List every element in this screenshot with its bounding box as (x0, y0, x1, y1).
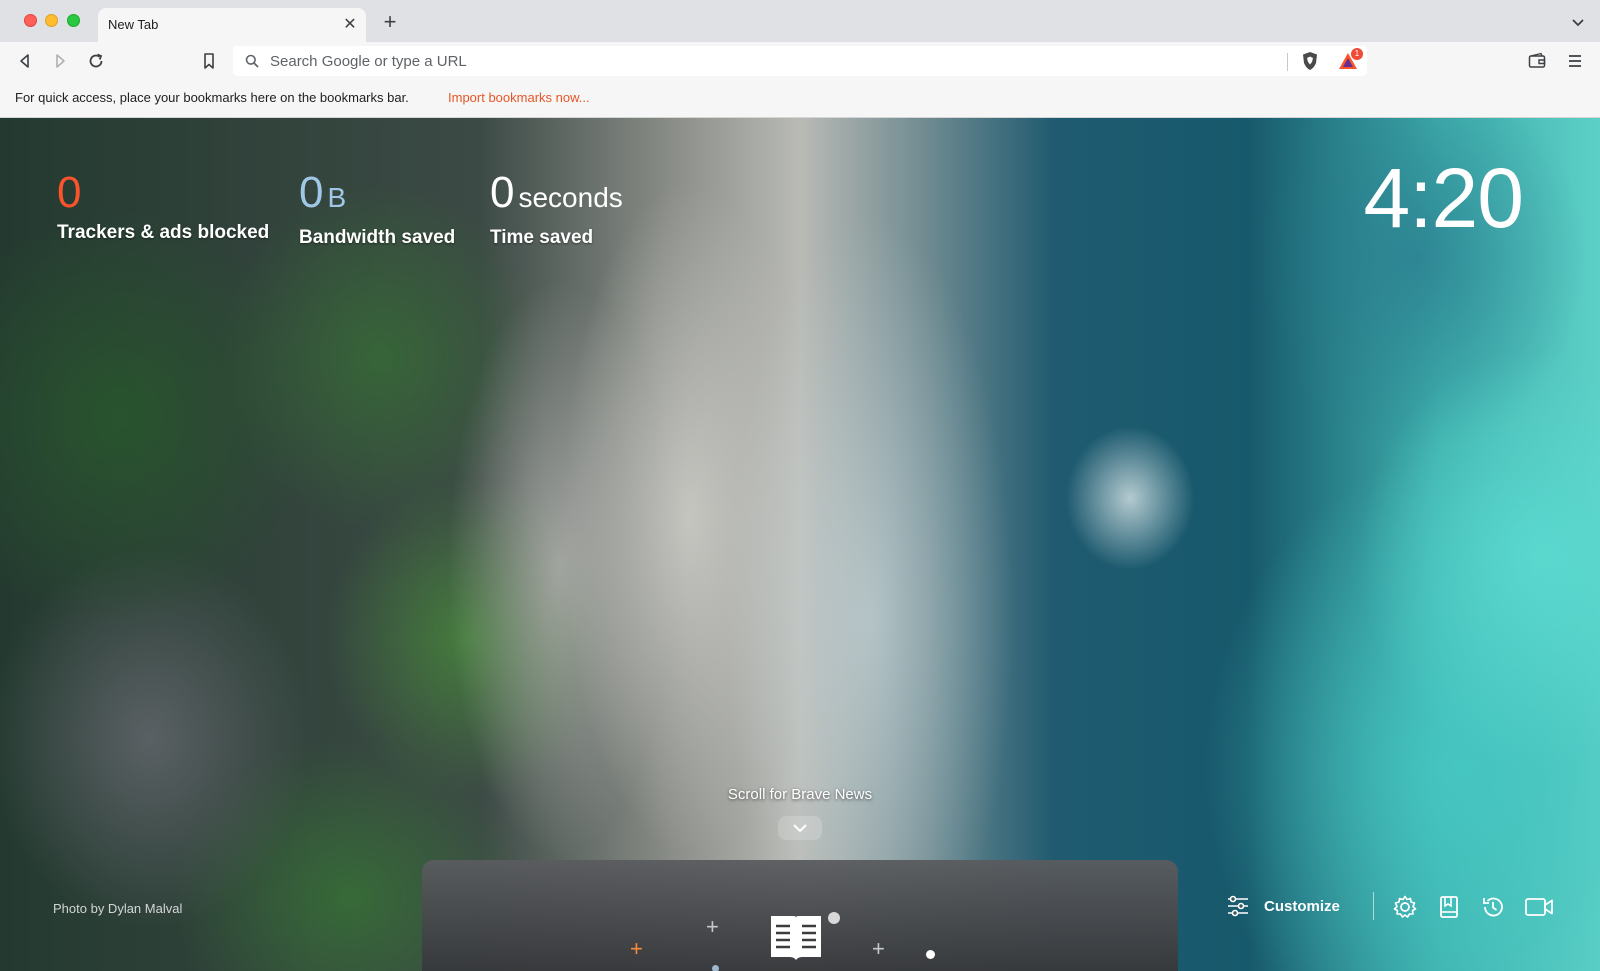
search-icon (245, 54, 259, 68)
customize-button[interactable]: Customize (1226, 892, 1340, 920)
chevron-down-icon[interactable] (778, 816, 822, 840)
tab-title: New Tab (108, 17, 159, 32)
history-icon[interactable] (1480, 894, 1506, 920)
address-bar[interactable]: 1 (233, 46, 1367, 76)
stat-time-unit: seconds (518, 182, 623, 213)
wallet-icon[interactable] (1527, 51, 1547, 71)
settings-gear-icon[interactable] (1392, 894, 1418, 920)
brave-news-book-icon (771, 916, 821, 960)
dot-decoration-icon (828, 912, 840, 924)
bookmarks-bar-message: For quick access, place your bookmarks h… (15, 90, 409, 105)
plus-decoration-icon: + (872, 936, 885, 961)
tab-new-tab[interactable]: New Tab ✕ (98, 8, 366, 42)
stat-bandwidth-value-row: 0B (299, 168, 455, 223)
stat-bandwidth-saved: 0B Bandwidth saved (299, 168, 455, 249)
stat-trackers-value: 0 (57, 168, 82, 217)
toolbar: 1 (0, 42, 1600, 80)
menu-icon[interactable] (1565, 51, 1585, 71)
rewards-badge: 1 (1351, 48, 1363, 60)
customize-sliders-icon (1228, 895, 1248, 917)
plus-decoration-icon: + (630, 936, 643, 961)
reload-icon[interactable] (86, 51, 106, 71)
video-camera-icon[interactable] (1524, 894, 1554, 920)
brave-rewards-icon[interactable]: 1 (1337, 48, 1363, 72)
brave-news-teaser[interactable]: + + + (422, 860, 1178, 971)
brave-shield-icon[interactable] (1299, 50, 1321, 72)
stat-time-value-row: 0 seconds (490, 168, 623, 223)
bookmarks-bar: For quick access, place your bookmarks h… (0, 80, 1600, 118)
stat-bandwidth-unit: B (327, 182, 347, 213)
tab-strip: New Tab ✕ + (0, 0, 1600, 42)
dot-decoration-icon (712, 965, 719, 971)
stat-time-saved: 0 seconds Time saved (490, 168, 623, 249)
photo-credit[interactable]: Photo by Dylan Malval (53, 901, 182, 916)
bookmark-icon[interactable] (199, 51, 219, 71)
customize-label: Customize (1264, 897, 1340, 915)
stat-time-label: Time saved (490, 227, 594, 248)
stat-trackers-blocked: 0 Trackers & ads blocked (57, 168, 269, 244)
clock: 4:20 (1363, 151, 1524, 245)
stat-bandwidth-label: Bandwidth saved (299, 227, 456, 248)
scroll-for-brave-news[interactable]: Scroll for Brave News (700, 786, 900, 803)
stat-trackers-label: Trackers & ads blocked (57, 222, 270, 243)
tab-close-icon[interactable]: ✕ (340, 15, 360, 35)
window-minimize-button[interactable] (45, 14, 58, 27)
window-zoom-button[interactable] (67, 14, 80, 27)
address-input[interactable] (270, 46, 1250, 76)
new-tab-button[interactable]: + (378, 11, 402, 35)
stat-bandwidth-value: 0 (299, 168, 324, 217)
import-bookmarks-link[interactable]: Import bookmarks now... (448, 90, 590, 105)
controls-divider (1373, 892, 1374, 920)
new-tab-page-background: 0 Trackers & ads blocked 0B Bandwidth sa… (0, 118, 1600, 971)
forward-icon[interactable] (50, 51, 70, 71)
plus-decoration-icon: + (706, 914, 719, 939)
dot-decoration-icon (926, 950, 935, 959)
tab-list-chevron-icon[interactable] (1570, 14, 1586, 30)
stat-time-value: 0 (490, 168, 515, 217)
omnibox-divider (1287, 53, 1288, 71)
bookmarks-icon[interactable] (1436, 894, 1462, 920)
window-close-button[interactable] (24, 14, 37, 27)
back-icon[interactable] (15, 51, 35, 71)
